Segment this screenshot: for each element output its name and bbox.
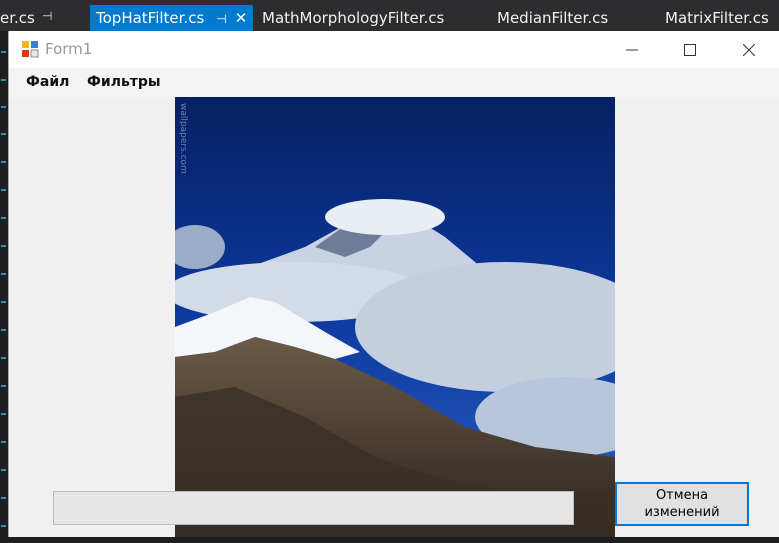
tab-label: TopHatFilter.cs (96, 9, 205, 27)
form-window: Form1 Файл Фильтры wallpapers.com Отмена… (8, 31, 779, 537)
ide-tab-strip: er.cs ⊣ TopHatFilter.cs ⊣ ✕ MathMorphology… (0, 0, 779, 31)
progress-bar (53, 491, 574, 525)
editor-gutter (0, 31, 8, 543)
maximize-button[interactable] (661, 31, 719, 68)
close-icon[interactable]: ✕ (235, 9, 248, 27)
window-close-icon (743, 43, 755, 56)
maximize-icon (684, 43, 696, 56)
mountain-image: wallpapers.com (175, 97, 615, 537)
tab-mathmorphologyfilter[interactable]: MathMorphologyFilter.cs (262, 5, 444, 31)
tab-matrixfilter[interactable]: MatrixFilter.cs (665, 5, 769, 31)
title-bar[interactable]: Form1 (9, 31, 779, 68)
watermark-text: wallpapers.com (178, 103, 188, 174)
menu-filters[interactable]: Фильтры (87, 74, 161, 90)
minimize-icon (626, 49, 638, 50)
pin-icon[interactable]: ⊣ (216, 12, 226, 26)
app-icon (22, 41, 39, 58)
picture-box: wallpapers.com (175, 97, 615, 537)
menu-file[interactable]: Файл (26, 74, 69, 90)
cancel-changes-button[interactable]: Отмена изменений (615, 482, 749, 526)
tab-truncated[interactable]: er.cs (0, 5, 35, 31)
pin-icon[interactable]: ⊣ (42, 9, 52, 23)
tab-medianfilter[interactable]: MedianFilter.cs (497, 5, 608, 31)
window-title: Form1 (45, 40, 93, 58)
editor-code-strip (8, 537, 779, 543)
minimize-button[interactable] (603, 31, 661, 68)
window-close-button[interactable] (720, 31, 778, 68)
menu-bar: Файл Фильтры (9, 68, 779, 98)
tab-tophatfilter[interactable]: TopHatFilter.cs ⊣ ✕ (90, 5, 254, 31)
